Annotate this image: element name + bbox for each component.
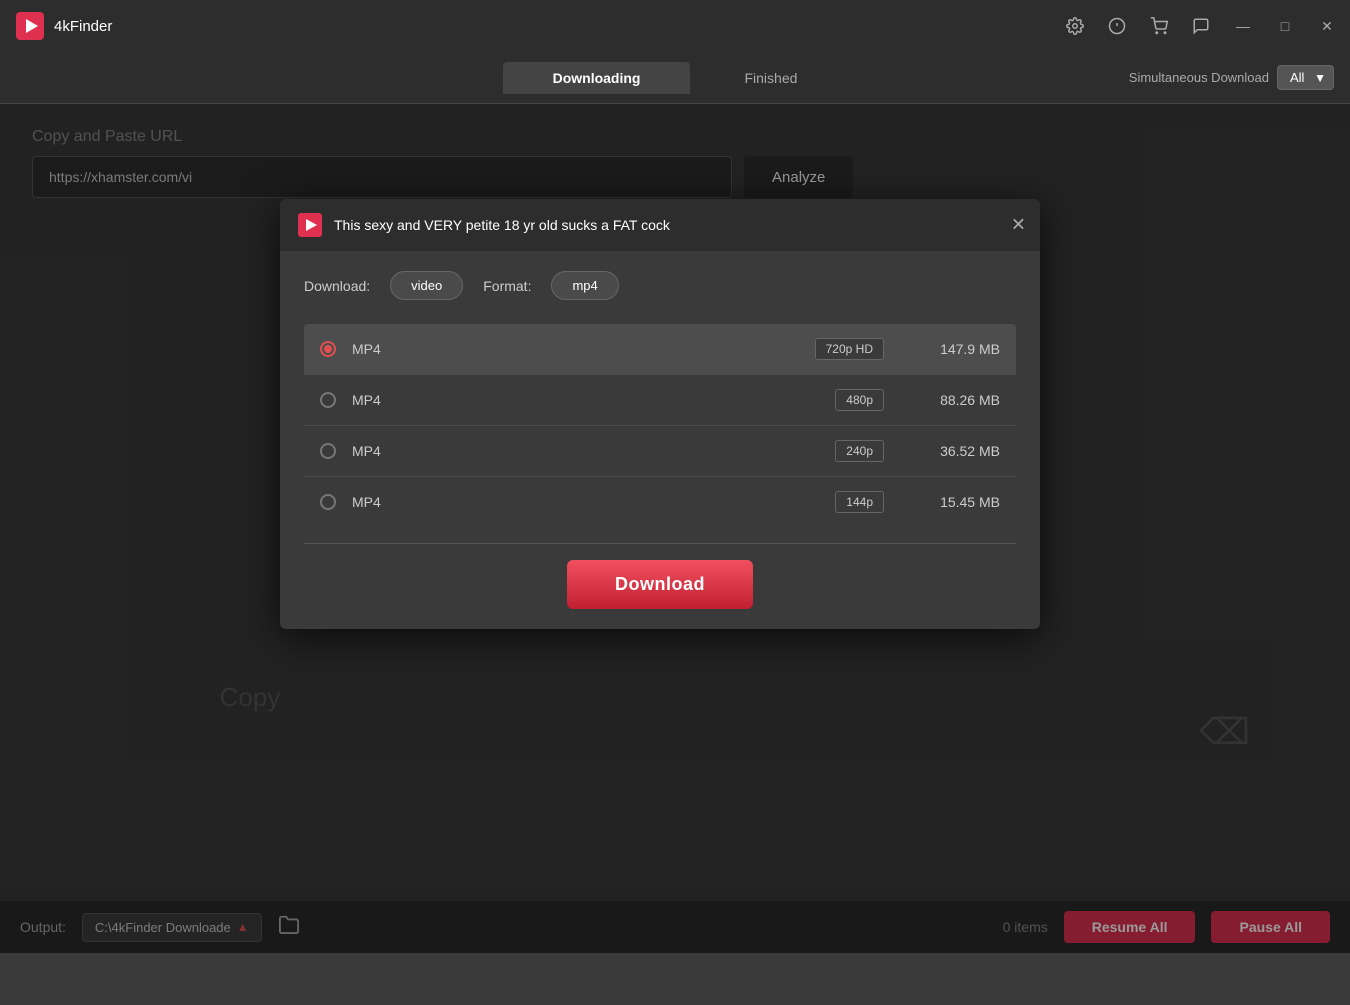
radio-240p xyxy=(320,443,336,459)
download-type-value: video xyxy=(390,271,463,300)
resolution-720p: 720p HD xyxy=(428,338,884,360)
tab-downloading[interactable]: Downloading xyxy=(503,62,691,94)
close-button[interactable]: ✕ xyxy=(1316,15,1338,37)
download-dialog: This sexy and VERY petite 18 yr old suck… xyxy=(280,199,1040,629)
minimize-button[interactable]: — xyxy=(1232,15,1254,37)
format-label: Format: xyxy=(483,278,531,294)
radio-720p xyxy=(320,341,336,357)
info-icon[interactable] xyxy=(1106,15,1128,37)
format-240p: MP4 xyxy=(352,443,412,459)
quality-item-144p[interactable]: MP4 144p 15.45 MB xyxy=(304,477,1016,527)
format-720p: MP4 xyxy=(352,341,412,357)
size-720p: 147.9 MB xyxy=(900,341,1000,357)
tab-finished[interactable]: Finished xyxy=(694,62,847,94)
format-row: Download: video Format: mp4 xyxy=(304,271,1016,300)
quality-item-240p[interactable]: MP4 240p 36.52 MB xyxy=(304,426,1016,477)
cart-icon[interactable] xyxy=(1148,15,1170,37)
simultaneous-select[interactable]: All 1 2 3 4 5 xyxy=(1277,65,1334,90)
size-144p: 15.45 MB xyxy=(900,494,1000,510)
radio-144p xyxy=(320,494,336,510)
format-144p: MP4 xyxy=(352,494,412,510)
dialog-title: This sexy and VERY petite 18 yr old suck… xyxy=(334,217,670,233)
dialog-divider xyxy=(304,543,1016,544)
main-tabs: Downloading Finished xyxy=(503,62,848,94)
resolution-144p: 144p xyxy=(428,491,884,513)
dialog-body: Download: video Format: mp4 MP4 720p HD … xyxy=(280,251,1040,629)
simultaneous-download-control: Simultaneous Download All 1 2 3 4 5 ▼ xyxy=(1129,65,1334,90)
size-240p: 36.52 MB xyxy=(900,443,1000,459)
tabs-bar: Downloading Finished Simultaneous Downlo… xyxy=(0,52,1350,104)
dialog-header: This sexy and VERY petite 18 yr old suck… xyxy=(280,199,1040,251)
radio-480p xyxy=(320,392,336,408)
quality-list: MP4 720p HD 147.9 MB MP4 480p 88.26 MB xyxy=(304,324,1016,527)
maximize-button[interactable]: □ xyxy=(1274,15,1296,37)
window-controls: — □ ✕ xyxy=(1064,15,1338,37)
title-bar: 4kFinder — □ ✕ xyxy=(0,0,1350,52)
app-title: 4kFinder xyxy=(54,18,112,35)
dialog-logo xyxy=(298,213,322,237)
download-button[interactable]: Download xyxy=(567,560,753,609)
format-value: mp4 xyxy=(551,271,618,300)
settings-icon[interactable] xyxy=(1064,15,1086,37)
download-type-label: Download: xyxy=(304,278,370,294)
chat-icon[interactable] xyxy=(1190,15,1212,37)
quality-item-720p[interactable]: MP4 720p HD 147.9 MB xyxy=(304,324,1016,375)
size-480p: 88.26 MB xyxy=(900,392,1000,408)
main-area: Copy and Paste URL Analyze Copy ⌫ This s… xyxy=(0,104,1350,953)
app-logo xyxy=(16,12,44,40)
quality-item-480p[interactable]: MP4 480p 88.26 MB xyxy=(304,375,1016,426)
resolution-240p: 240p xyxy=(428,440,884,462)
format-480p: MP4 xyxy=(352,392,412,408)
simultaneous-select-wrap: All 1 2 3 4 5 ▼ xyxy=(1277,65,1334,90)
resolution-480p: 480p xyxy=(428,389,884,411)
dialog-close-button[interactable]: ✕ xyxy=(1011,215,1026,236)
simultaneous-label: Simultaneous Download xyxy=(1129,70,1269,85)
